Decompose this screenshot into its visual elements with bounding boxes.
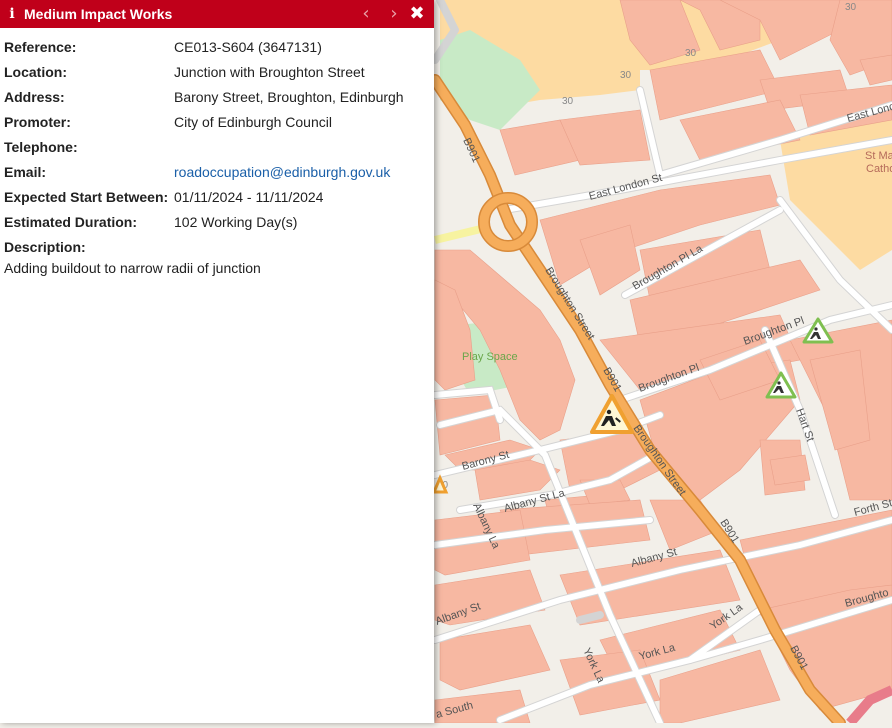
field-label: Expected Start Between: <box>4 188 169 205</box>
label-st-ma: St Ma <box>865 150 892 162</box>
label-30-2: 30 <box>685 48 697 59</box>
field-value: City of Edinburgh Council <box>174 113 332 130</box>
field-label: Email: <box>4 163 47 180</box>
chevron-right-icon[interactable]: › <box>384 3 404 25</box>
row-description: Description: <box>0 234 434 259</box>
close-icon[interactable]: ✖ <box>407 3 427 25</box>
info-icon: i <box>9 6 15 22</box>
field-label: Address: <box>4 88 65 105</box>
field-label: Reference: <box>4 38 77 55</box>
row-telephone: Telephone: <box>0 134 434 159</box>
label-catho: Catho <box>866 163 892 175</box>
chevron-left-icon[interactable]: ‹ <box>356 3 376 25</box>
field-label: Telephone: <box>4 138 78 155</box>
row-email: Email: roadoccupation@edinburgh.gov.uk <box>0 159 434 184</box>
description-text: Adding buildout to narrow radii of junct… <box>4 260 261 276</box>
field-label: Description: <box>4 238 86 255</box>
field-label: Estimated Duration: <box>4 213 138 230</box>
field-value: 102 Working Day(s) <box>174 213 298 230</box>
field-value: CE013-S604 (3647131) <box>174 38 322 55</box>
label-30-1: 30 <box>845 2 857 13</box>
row-reference: Reference: CE013-S604 (3647131) <box>0 34 434 59</box>
field-label: Location: <box>4 63 67 80</box>
row-address: Address: Barony Street, Broughton, Edinb… <box>0 84 434 109</box>
email-link[interactable]: roadoccupation@edinburgh.gov.uk <box>174 164 434 180</box>
field-label: Promoter: <box>4 113 71 130</box>
label-play-space: Play Space <box>462 351 518 363</box>
field-value: Barony Street, Broughton, Edinburgh <box>174 88 404 105</box>
row-promoter: Promoter: City of Edinburgh Council <box>0 109 434 134</box>
panel-header: i Medium Impact Works ‹ › ✖ <box>0 0 434 28</box>
works-info-panel: i Medium Impact Works ‹ › ✖ Reference: C… <box>0 0 434 723</box>
details-list: Reference: CE013-S604 (3647131) Location… <box>0 28 434 277</box>
field-value: Junction with Broughton Street <box>174 63 365 80</box>
row-expected-start: Expected Start Between: 01/11/2024 - 11/… <box>0 184 434 209</box>
row-location: Location: Junction with Broughton Street <box>0 59 434 84</box>
panel-title: Medium Impact Works <box>24 6 173 22</box>
label-30-4: 30 <box>562 96 574 107</box>
field-value: 01/11/2024 - 11/11/2024 <box>174 188 324 205</box>
label-30-3: 30 <box>620 70 632 81</box>
row-duration: Estimated Duration: 102 Working Day(s) <box>0 209 434 234</box>
